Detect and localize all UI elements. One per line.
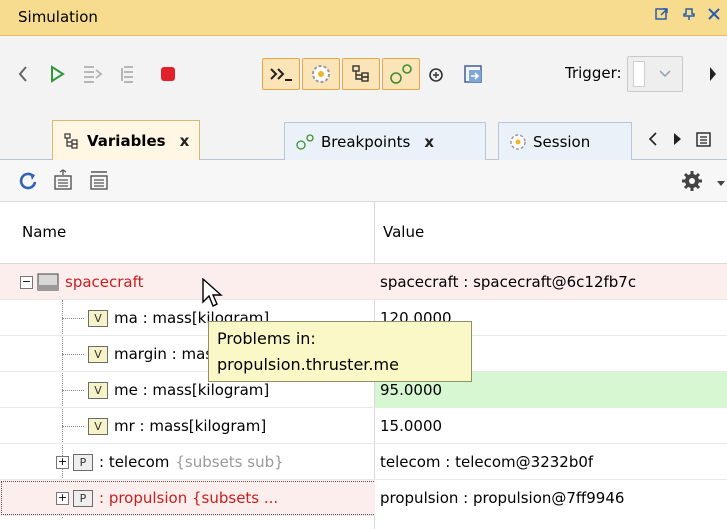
mouse-cursor-icon [202, 277, 224, 314]
row-name: mr : mass[kilogram] [114, 417, 267, 435]
value-property-icon: V [88, 345, 108, 363]
trigger-value [633, 61, 645, 87]
trigger-label: Trigger: [565, 64, 622, 82]
tab-session-icon [509, 133, 527, 151]
expand-all-icon[interactable] [52, 169, 74, 195]
step-back-icon[interactable] [16, 58, 30, 90]
tab-session[interactable]: Session [498, 122, 632, 160]
block-icon [37, 273, 59, 291]
lock-icon[interactable] [424, 58, 448, 90]
gear-icon[interactable] [680, 169, 704, 197]
value-property-icon: V [88, 381, 108, 399]
chevron-down-icon[interactable] [650, 61, 680, 87]
error-tooltip: Problems in: propulsion.thruster.me [208, 321, 472, 382]
part-property-icon: P [73, 489, 93, 507]
tab-variables-label: Variables [87, 132, 166, 150]
tab-breakpoints-icon [295, 133, 315, 151]
stop-icon[interactable] [156, 58, 180, 90]
refresh-icon[interactable] [18, 170, 38, 196]
tab-variables[interactable]: Variables x [52, 120, 201, 161]
row-name: me : mass[kilogram] [114, 381, 270, 399]
close-icon[interactable] [707, 7, 721, 25]
tooltip-line-2: propulsion.thruster.me [217, 355, 399, 374]
tab-session-label: Session [533, 132, 591, 151]
tab-breakpoints[interactable]: Breakpoints x [284, 122, 486, 160]
variables-toolbar [0, 160, 727, 202]
part-property-icon: P [73, 453, 93, 471]
panel-title: Simulation [18, 8, 98, 26]
tab-variables-icon [63, 132, 81, 150]
table-row-spacecraft[interactable]: − spacecraft spacecraft : spacecraft@6c1… [0, 264, 727, 300]
row-name: spacecraft [65, 273, 144, 291]
tab-scroll-left-icon[interactable] [648, 132, 658, 150]
row-name: : telecom [99, 453, 170, 471]
tab-list-icon[interactable] [696, 132, 712, 152]
row-value: propulsion : propulsion@7ff9946 [375, 480, 727, 516]
expand-icon[interactable]: + [56, 491, 69, 505]
collapse-all-icon[interactable] [88, 169, 110, 195]
panel-titlebar: Simulation [0, 0, 727, 36]
table-row-propulsion[interactable]: + P : propulsion {subsets ... propulsion… [0, 480, 727, 516]
column-name-header[interactable]: Name [22, 223, 66, 241]
pin-icon[interactable] [655, 7, 669, 25]
row-name: : propulsion {subsets ... [99, 489, 279, 507]
tab-scroll-right-icon[interactable] [672, 132, 682, 150]
collapse-icon[interactable]: − [20, 275, 33, 289]
sessions-toggle-icon[interactable] [302, 58, 340, 90]
step-over-icon[interactable] [118, 58, 142, 90]
chevron-down-icon[interactable] [716, 174, 726, 192]
table-row-mr[interactable]: V mr : mass[kilogram] 15.0000 [0, 408, 727, 444]
tooltip-line-1: Problems in: [217, 329, 316, 348]
breakpoints-toggle-icon[interactable] [382, 58, 420, 90]
table-row-telecom[interactable]: + P : telecom {subsets sub} telecom : te… [0, 444, 727, 480]
export-icon[interactable] [462, 58, 486, 90]
row-value: 15.0000 [380, 417, 443, 435]
dock-icon[interactable] [682, 7, 696, 25]
row-name-subsets: {subsets sub} [175, 453, 284, 471]
value-property-icon: V [88, 309, 108, 327]
table-header: Name Value [0, 202, 727, 264]
row-value: telecom : telecom@3232b0f [380, 453, 594, 471]
tab-breakpoints-close-icon[interactable]: x [424, 133, 434, 151]
toolbar-overflow-icon[interactable] [706, 58, 720, 90]
console-toggle-icon[interactable] [262, 58, 300, 90]
simulation-tabs: Variables x Breakpoints x Session [0, 112, 727, 161]
tab-variables-close-icon[interactable]: x [180, 132, 190, 150]
run-icon[interactable] [46, 58, 68, 90]
tab-breakpoints-label: Breakpoints [321, 132, 411, 151]
trigger-dropdown[interactable] [627, 56, 683, 92]
column-value-header[interactable]: Value [383, 223, 424, 241]
row-value: spacecraft : spacecraft@6c12fb7c [380, 273, 637, 291]
variables-toggle-icon[interactable] [342, 58, 380, 90]
value-property-icon: V [88, 417, 108, 435]
simulation-toolbar: Trigger: [0, 36, 727, 112]
expand-icon[interactable]: + [56, 455, 69, 469]
step-into-icon[interactable] [80, 58, 104, 90]
